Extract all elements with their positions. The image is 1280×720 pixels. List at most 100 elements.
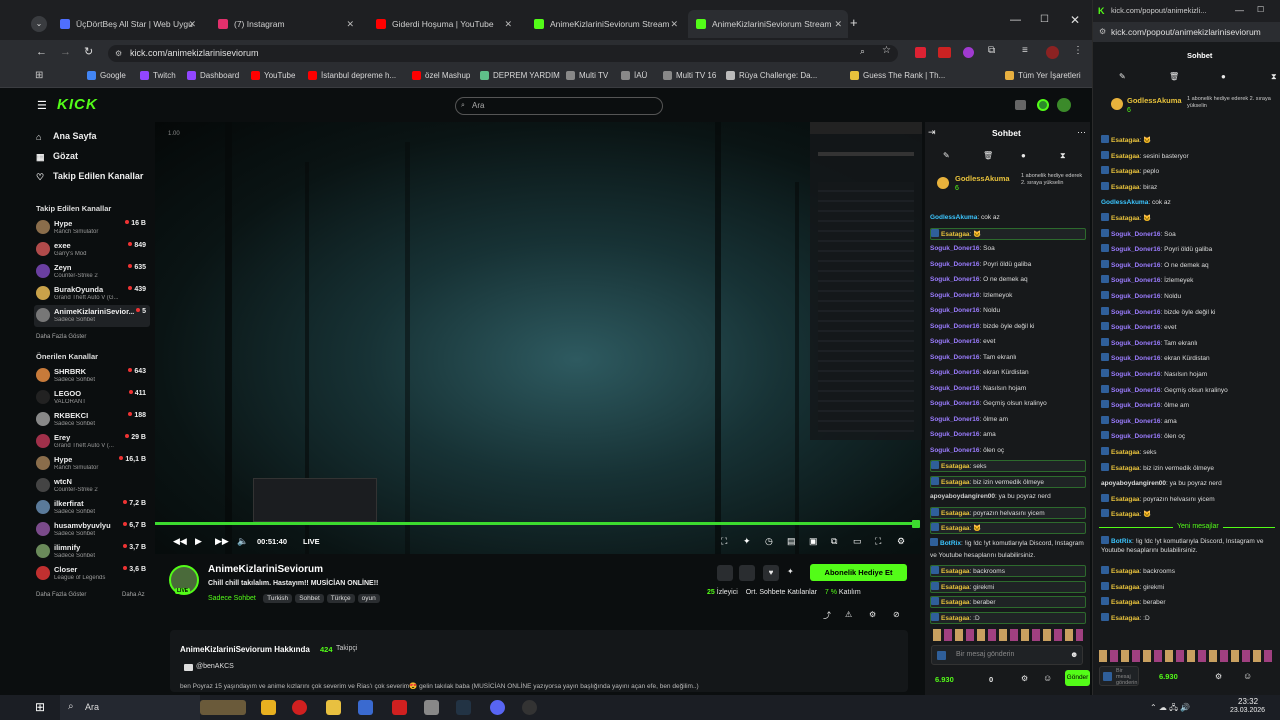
minimize-button[interactable]: — bbox=[1010, 14, 1021, 26]
browser-tab[interactable]: ÜçDörtBeş All Star | Web Uygu ✕ bbox=[52, 10, 202, 38]
taskbar-settings-icon[interactable] bbox=[424, 700, 439, 715]
browser-tab[interactable]: AnimeKizlariniSeviorum Stream ✕ bbox=[526, 10, 684, 38]
maximize-button[interactable]: ☐ bbox=[1040, 14, 1049, 25]
hide-icon[interactable]: ⊘ bbox=[893, 610, 900, 619]
chat-message[interactable]: GodlessAkuma: cok az bbox=[930, 212, 1086, 224]
popout-chat-message[interactable]: Esatagaa: girekmi bbox=[1101, 581, 1279, 595]
chat-username[interactable]: Soguk_Doner16 bbox=[1111, 340, 1161, 347]
gift-subscription-button[interactable]: Abonelik Hediye Et bbox=[810, 564, 907, 581]
player-settings-icon[interactable]: ⚙ bbox=[897, 536, 905, 547]
forward-icon[interactable]: → bbox=[60, 46, 71, 58]
sidebar-channel[interactable]: ilimnify Sadece Sohbet 3,7 B bbox=[34, 541, 150, 563]
popout-chat-message[interactable]: Soguk_Doner16: Noldu bbox=[1101, 290, 1279, 304]
chat-username[interactable]: Soguk_Doner16 bbox=[1111, 355, 1161, 362]
sidebar-channel[interactable]: Hype Ranch Simulator 16 B bbox=[34, 217, 150, 239]
layout-icon[interactable]: ▤ bbox=[787, 536, 796, 547]
tab-close-icon[interactable]: ✕ bbox=[670, 19, 678, 30]
chat-username[interactable]: Esatagaa bbox=[941, 510, 970, 517]
chat-username[interactable]: Esatagaa bbox=[1111, 153, 1140, 160]
gift-sub-icon[interactable]: ✦ bbox=[787, 567, 794, 576]
chat-pin-icon[interactable]: ✎ bbox=[943, 151, 950, 160]
settings-icon[interactable] bbox=[1037, 99, 1049, 111]
chat-username[interactable]: Soguk_Doner16 bbox=[1111, 418, 1161, 425]
tab-close-icon[interactable]: ✕ bbox=[188, 19, 196, 30]
popout-chat-message[interactable]: Soguk_Doner16: ekran Kürdistan bbox=[1101, 352, 1279, 366]
bookmark-item[interactable]: Rüya Challenge: Da... bbox=[726, 71, 817, 80]
popout-chat-message[interactable]: Soguk_Doner16: Poyri öldü galiba bbox=[1101, 243, 1279, 257]
chat-username[interactable]: GodlessAkuma bbox=[930, 214, 977, 221]
sidebar-channel[interactable]: exee Garry's Mod 849 bbox=[34, 239, 150, 261]
mod-icon[interactable]: ⚙ bbox=[869, 610, 876, 619]
chat-message[interactable]: Esatagaa: poyrazın helvasını yicem bbox=[930, 506, 1086, 519]
chat-username[interactable]: Esatagaa bbox=[1111, 184, 1140, 191]
chat-message[interactable]: BotRix: !ig !dc !yt komutlarıyla Discord… bbox=[930, 537, 1086, 562]
popout-chat-message[interactable]: Esatagaa: seks bbox=[1101, 446, 1279, 460]
chat-message[interactable]: Soguk_Doner16: Soa bbox=[930, 243, 1086, 255]
bookmark-item[interactable]: Multi TV 16 bbox=[663, 71, 716, 80]
stream-tag[interactable]: Türkçe bbox=[326, 594, 355, 603]
chat-username[interactable]: Esatagaa bbox=[1111, 615, 1140, 622]
show-less[interactable]: Daha Az bbox=[122, 592, 145, 598]
chat-message[interactable]: Esatagaa: 🐱 bbox=[930, 522, 1086, 534]
chat-username[interactable]: Soguk_Doner16 bbox=[1111, 262, 1161, 269]
bookmark-item[interactable]: YouTube bbox=[251, 71, 295, 80]
chat-username[interactable]: Soguk_Doner16 bbox=[930, 245, 980, 252]
bookmark-item[interactable]: Dashboard bbox=[187, 71, 239, 80]
popout-chat-message[interactable]: Soguk_Doner16: Soa bbox=[1101, 228, 1279, 242]
tab-close-icon[interactable]: ✕ bbox=[346, 19, 354, 30]
popout-chat-message[interactable]: GodlessAkuma: cok az bbox=[1101, 196, 1279, 210]
chat-username[interactable]: Soguk_Doner16 bbox=[930, 385, 980, 392]
popout-pin-icon[interactable]: ✎ bbox=[1119, 72, 1126, 81]
extension-purple-icon[interactable] bbox=[963, 47, 974, 58]
chat-bubble-icon[interactable]: ● bbox=[1021, 151, 1026, 160]
chat-username[interactable]: Esatagaa bbox=[1111, 449, 1140, 456]
popout-chat-message[interactable]: Esatagaa: poyrazın helvasını yicem bbox=[1101, 493, 1279, 507]
sidebar-channel[interactable]: Zeyn Counter-Strike 2 635 bbox=[34, 261, 150, 283]
chat-username[interactable]: Esatagaa bbox=[941, 479, 970, 486]
stream-tag[interactable]: oyun bbox=[357, 594, 380, 603]
chat-message[interactable]: Soguk_Doner16: ama bbox=[930, 429, 1086, 441]
popout-chat-message[interactable]: Soguk_Doner16: O ne demek aq bbox=[1101, 259, 1279, 273]
bookmark-star-icon[interactable]: ☆ bbox=[882, 45, 891, 56]
taskbar-explorer-icon[interactable] bbox=[326, 700, 341, 715]
popout-chat-message[interactable]: Esatagaa: biz izin vermedik ölmeye bbox=[1101, 462, 1279, 476]
tab-close-icon[interactable]: ✕ bbox=[834, 19, 842, 30]
chat-message[interactable]: Esatagaa: :D bbox=[930, 611, 1086, 624]
chat-message[interactable]: Esatagaa: girekmi bbox=[930, 580, 1086, 593]
nav-following[interactable]: ♡ Takip Edilen Kanallar bbox=[36, 171, 143, 182]
taskbar-search[interactable]: ⌕ Ara bbox=[60, 695, 200, 720]
chat-username[interactable]: Soguk_Doner16 bbox=[930, 261, 980, 268]
nav-browse[interactable]: ▦ Gözat bbox=[36, 151, 78, 162]
sidebar-channel[interactable]: SHRBRK Sadece Sohbet 643 bbox=[34, 365, 150, 387]
chat-username[interactable]: Esatagaa bbox=[1111, 496, 1140, 503]
browser-tab[interactable]: Giderdi Hoşuma | YouTube ✕ bbox=[368, 10, 518, 38]
bookmark-item[interactable]: İstanbul depreme h... bbox=[308, 71, 396, 80]
channel-name[interactable]: AnimeKizlariniSeviorum bbox=[208, 564, 323, 575]
stream-action-2[interactable] bbox=[739, 565, 755, 581]
share-icon[interactable]: ⤴ bbox=[823, 610, 831, 621]
chat-username[interactable]: Esatagaa bbox=[941, 584, 970, 591]
sidebar-channel[interactable]: LEGOO VALORANT 411 bbox=[34, 387, 150, 409]
taskbar-obs-icon[interactable] bbox=[522, 700, 537, 715]
popout-chat-message[interactable]: Soguk_Doner16: ama bbox=[1101, 415, 1279, 429]
chat-message[interactable]: Soguk_Doner16: Nasılsın hojam bbox=[930, 383, 1086, 395]
forward-icon[interactable]: ▶▶ bbox=[215, 536, 229, 547]
sidebar-channel[interactable]: Erey Grand Theft Auto V (... 29 B bbox=[34, 431, 150, 453]
close-window-button[interactable]: ✕ bbox=[1070, 13, 1080, 27]
chat-message[interactable]: Soguk_Doner16: Geçmiş olsun kralinyo bbox=[930, 398, 1086, 410]
new-tab-button[interactable]: + bbox=[850, 15, 858, 30]
popout-chat-message[interactable]: Esatagaa: 🐱 bbox=[1101, 508, 1279, 522]
sidebar-channel[interactable]: AnimeKizlariniSevior... Sadece Sohbet 5 bbox=[34, 305, 150, 327]
apps-grid-icon[interactable]: ⊞ bbox=[35, 70, 43, 81]
stream-category[interactable]: Sadece Sohbet bbox=[208, 595, 256, 602]
popout-chat-message[interactable]: Esatagaa: peplo bbox=[1101, 165, 1279, 179]
popout-chat-message[interactable]: Soguk_Doner16: İzlemeyek bbox=[1101, 274, 1279, 288]
taskbar-chrome-icon[interactable] bbox=[261, 700, 276, 715]
chat-username[interactable]: Soguk_Doner16 bbox=[1111, 246, 1161, 253]
taskbar-steam-icon[interactable] bbox=[456, 700, 471, 715]
chat-username[interactable]: Esatagaa bbox=[941, 568, 970, 575]
chat-username[interactable]: Soguk_Doner16 bbox=[930, 323, 980, 330]
report-icon[interactable]: ⚠ bbox=[845, 610, 852, 619]
pip-icon[interactable]: ⧉ bbox=[831, 536, 837, 547]
stream-tag[interactable]: Turkish bbox=[263, 594, 293, 603]
